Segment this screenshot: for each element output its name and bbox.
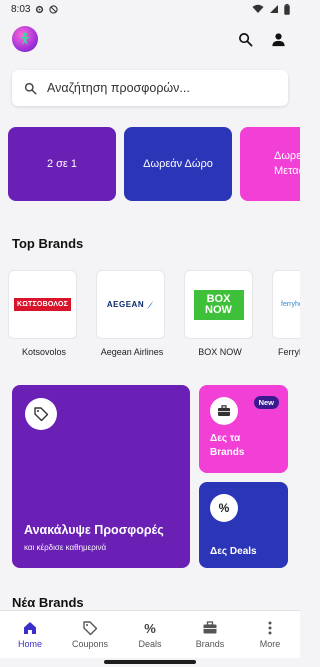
- promo-card-free-gift[interactable]: Δωρεάν Δώρο: [124, 127, 232, 201]
- percent-icon: %: [144, 620, 156, 636]
- search-placeholder: Αναζήτηση προσφορών...: [47, 81, 190, 95]
- logo-figure-icon: [20, 32, 30, 45]
- new-badge: New: [253, 396, 279, 409]
- ferryhopper-logo: ferryhopper: [281, 301, 300, 308]
- briefcase-icon: [203, 621, 217, 634]
- briefcase-icon-badge: [210, 397, 238, 425]
- home-indicator[interactable]: [104, 660, 196, 664]
- brand-item-aegean[interactable]: AEGEAN Aegean Airlines: [96, 270, 168, 357]
- see-deals-label: Δες Deals: [210, 546, 257, 557]
- brand-item-ferryhopper[interactable]: ferryhopper Ferryhopper: [272, 270, 300, 357]
- nav-coupons[interactable]: Coupons: [60, 611, 120, 658]
- nav-label: More: [259, 639, 281, 649]
- discover-subtitle: και κέρδισε καθημερινά: [24, 543, 107, 552]
- promo-label: Δωρεάν Μεταφορικά: [274, 150, 300, 177]
- battery-icon: [284, 3, 290, 15]
- see-brands-card[interactable]: New Δες τα Brands: [199, 385, 288, 473]
- brand-name: Ferryhopper: [278, 347, 300, 357]
- top-brands-title: Top Brands: [12, 236, 84, 251]
- brand-name: Aegean Airlines: [100, 347, 164, 357]
- person-icon[interactable]: [271, 32, 286, 47]
- nav-home[interactable]: Home: [0, 611, 60, 658]
- search-input[interactable]: Αναζήτηση προσφορών...: [12, 70, 288, 106]
- brand-item-boxnow[interactable]: BOX NOW BOX NOW: [184, 270, 256, 357]
- nav-more[interactable]: More: [240, 611, 300, 658]
- status-time: 8:03: [11, 3, 31, 15]
- boxnow-logo: BOX NOW: [193, 289, 244, 320]
- kotsovolos-logo: ΚΩΤΣΟΒΟΛΟΣ: [13, 298, 72, 311]
- see-brands-label: Δες τα Brands: [210, 433, 245, 458]
- tag-icon: [83, 621, 98, 636]
- bottom-navigation: Home Coupons % Deals Brands More: [0, 610, 300, 658]
- promo-carousel[interactable]: 2 σε 1 Δωρεάν Δώρο Δωρεάν Μεταφορικά: [8, 127, 300, 201]
- new-brands-title: Νέα Brands: [12, 595, 84, 610]
- percent-icon-badge: %: [210, 494, 238, 522]
- nav-label: Home: [17, 639, 42, 649]
- nav-label: Brands: [195, 639, 225, 649]
- nav-deals[interactable]: % Deals: [120, 611, 180, 658]
- app-logo[interactable]: [12, 26, 38, 52]
- discover-title: Ανακάλυψε Προσφορές: [24, 523, 164, 537]
- nav-label: Deals: [138, 639, 162, 649]
- status-bar: 8:03: [0, 0, 300, 18]
- brand-name: Kotsovolos: [21, 347, 67, 357]
- briefcase-icon: [218, 405, 230, 416]
- wifi-icon: [252, 4, 264, 13]
- tag-icon: [34, 407, 49, 422]
- home-icon: [24, 622, 36, 634]
- top-brands-carousel[interactable]: ΚΩΤΣΟΒΟΛΟΣ Kotsovolos AEGEAN Aegean Airl…: [8, 270, 300, 362]
- brand-logo: BOX NOW: [184, 270, 253, 339]
- search-icon[interactable]: [238, 32, 253, 47]
- promo-card-free-shipping[interactable]: Δωρεάν Μεταφορικά: [240, 127, 300, 201]
- brand-name: BOX NOW: [198, 347, 242, 357]
- promo-label: Δωρεάν Δώρο: [143, 157, 213, 170]
- nav-brands[interactable]: Brands: [180, 611, 240, 658]
- app-header: [0, 22, 300, 56]
- brand-logo: ΚΩΤΣΟΒΟΛΟΣ: [8, 270, 77, 339]
- promo-card-2in1[interactable]: 2 σε 1: [8, 127, 116, 201]
- tag-icon-badge: [25, 398, 57, 430]
- search-icon: [24, 82, 37, 95]
- no-disturb-icon: [49, 4, 59, 14]
- signal-icon: [270, 5, 278, 13]
- discover-offers-card[interactable]: Ανακάλυψε Προσφορές και κέρδισε καθημερι…: [12, 385, 190, 568]
- brand-logo: ferryhopper: [272, 270, 300, 339]
- nav-label: Coupons: [71, 639, 109, 649]
- brand-logo: AEGEAN: [96, 270, 165, 339]
- gear-icon: [36, 5, 44, 13]
- see-deals-card[interactable]: % Δες Deals: [199, 482, 288, 568]
- aegean-logo: AEGEAN: [106, 300, 145, 309]
- percent-icon: %: [218, 501, 230, 515]
- aegean-bird-icon: [147, 300, 154, 309]
- brand-item-kotsovolos[interactable]: ΚΩΤΣΟΒΟΛΟΣ Kotsovolos: [8, 270, 80, 357]
- more-vertical-icon: [268, 621, 272, 635]
- promo-label: 2 σε 1: [46, 157, 78, 170]
